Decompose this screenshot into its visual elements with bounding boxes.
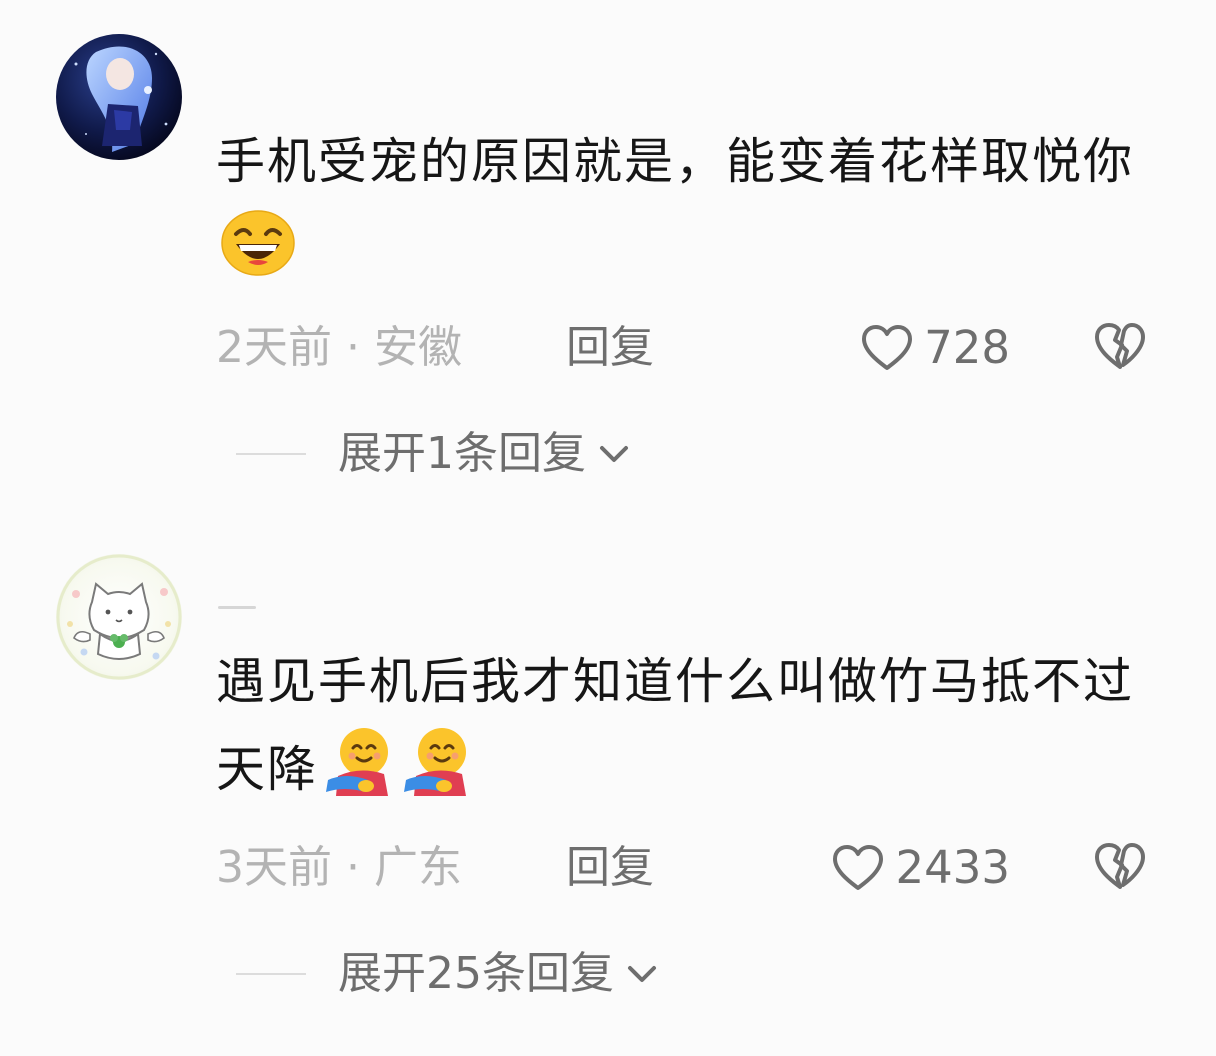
hugging-face-emoji-icon — [400, 726, 474, 824]
white-cat-avatar-icon — [56, 554, 182, 680]
comment-meta: 3天前 · 广东 — [216, 838, 462, 898]
grinning-squinting-face-emoji-icon — [220, 210, 296, 304]
comment-text: 遇见手机后我才知道什么叫做竹马抵不过天降 — [216, 638, 1136, 824]
meta-separator: · — [346, 322, 360, 373]
broken-heart-icon — [1095, 843, 1145, 889]
comment-time: 2天前 — [216, 322, 332, 373]
reply-button[interactable]: 回复 — [566, 838, 654, 898]
user-avatar[interactable] — [56, 554, 182, 680]
like-count: 2433 — [895, 841, 1010, 894]
dislike-button[interactable] — [1092, 316, 1148, 376]
broken-heart-icon — [1095, 323, 1145, 369]
comment-text-body: 手机受宠的原因就是，能变着花样取悦你 — [216, 133, 1135, 190]
reply-button[interactable]: 回复 — [566, 318, 654, 378]
comment-location: 广东 — [374, 842, 462, 893]
divider-line — [236, 973, 306, 975]
expand-replies-button[interactable]: 展开1条回复 — [236, 424, 632, 484]
comment-text: 手机受宠的原因就是，能变着花样取悦你 — [216, 118, 1136, 304]
comment-meta: 2天前 · 安徽 — [216, 318, 462, 378]
username[interactable] — [218, 606, 256, 609]
dislike-button[interactable] — [1092, 836, 1148, 896]
comment-item: 遇见手机后我才知道什么叫做竹马抵不过天降 3天前 · 广东 回复 2433 展开… — [0, 520, 1216, 1056]
comment-time: 3天前 — [216, 842, 332, 893]
like-button[interactable]: 728 — [860, 318, 1010, 378]
expand-replies-label: 展开25条回复 — [338, 948, 614, 999]
meta-separator: · — [346, 842, 360, 893]
divider-line — [236, 453, 306, 455]
user-avatar[interactable] — [56, 34, 182, 160]
hugging-face-emoji-icon — [322, 726, 396, 824]
heart-outline-icon — [862, 325, 913, 370]
comment-item: 手机受宠的原因就是，能变着花样取悦你 2天前 · 安徽 回复 728 展开1条回… — [0, 0, 1216, 520]
expand-replies-label: 展开1条回复 — [338, 428, 586, 479]
like-count: 728 — [924, 321, 1010, 374]
chevron-down-icon — [600, 446, 628, 462]
heart-outline-icon — [833, 845, 884, 890]
like-button[interactable]: 2433 — [831, 838, 1010, 898]
expand-replies-button[interactable]: 展开25条回复 — [236, 944, 660, 1004]
anime-girl-avatar-icon — [56, 34, 182, 160]
comment-location: 安徽 — [374, 322, 462, 373]
chevron-down-icon — [628, 966, 656, 982]
